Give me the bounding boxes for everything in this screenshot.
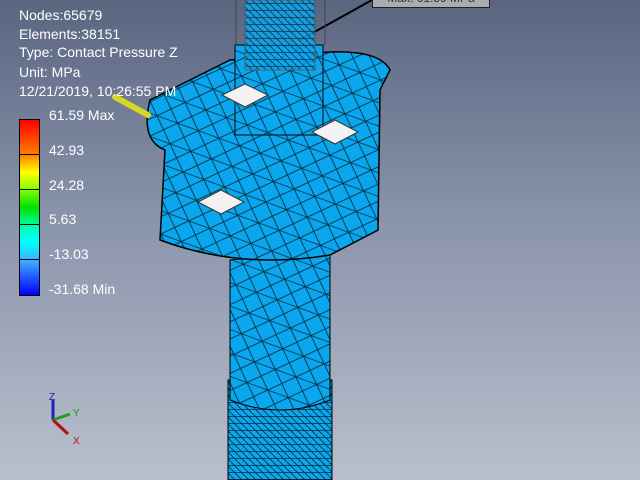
y-axis-label: Y — [73, 408, 80, 419]
legend-divider — [19, 154, 40, 155]
x-axis-icon — [51, 418, 70, 436]
nodes-count: Nodes:65679 — [19, 7, 103, 23]
legend-label: 5.63 — [49, 211, 77, 227]
legend-max: 61.59 Max — [49, 107, 115, 123]
top-thread — [244, 0, 316, 71]
shaft — [229, 249, 331, 411]
max-callout: Max: 61.59 MPa — [372, 0, 490, 8]
legend-divider — [19, 259, 40, 260]
result-type: Type: Contact Pressure Z — [19, 44, 178, 60]
elements-count: Elements:38151 — [19, 26, 121, 42]
x-axis-label: X — [73, 436, 80, 447]
legend-label: -13.03 — [49, 246, 89, 262]
color-legend-bar — [19, 119, 40, 296]
z-axis-label: Z — [49, 392, 55, 403]
fea-model-view[interactable] — [0, 0, 640, 480]
y-axis-icon — [52, 412, 71, 422]
legend-min: -31.68 Min — [49, 281, 116, 297]
legend-divider — [19, 224, 40, 225]
legend-label: 24.28 — [49, 177, 85, 193]
legend-label: 42.93 — [49, 142, 85, 158]
result-unit: Unit: MPa — [19, 64, 81, 80]
result-datetime: 12/21/2019, 10:26:55 PM — [19, 83, 177, 99]
axis-triad[interactable]: Z Y X — [40, 390, 90, 450]
legend-divider — [19, 189, 40, 190]
